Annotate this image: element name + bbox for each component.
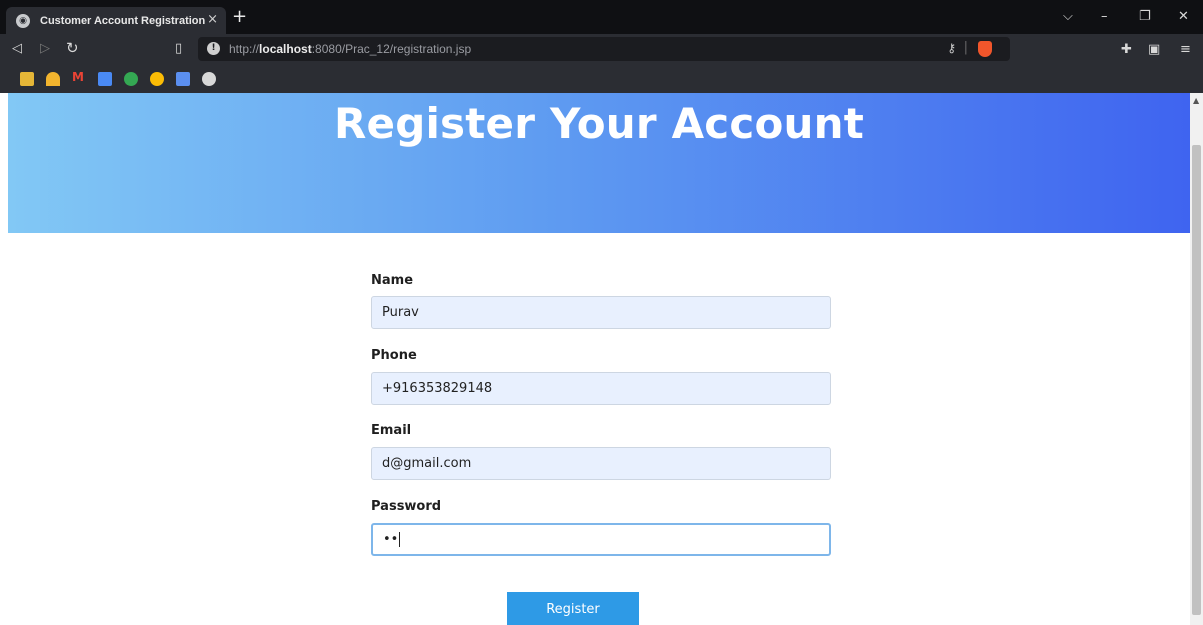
brave-shield-icon[interactable] (978, 41, 992, 57)
extensions-icon[interactable]: ✚ (1121, 42, 1132, 57)
name-label: Name (371, 273, 414, 288)
back-icon[interactable]: ◁ (12, 41, 22, 56)
minimize-button[interactable]: – (1101, 9, 1108, 24)
hero-banner: Register Your Account (8, 93, 1190, 233)
bookmark-drive-icon[interactable] (46, 72, 60, 86)
bookmark-globe-icon[interactable] (202, 72, 216, 86)
close-tab-icon[interactable]: × (207, 12, 218, 27)
register-button[interactable]: Register (507, 592, 639, 625)
scroll-up-icon[interactable]: ▲ (1193, 96, 1199, 105)
forward-icon[interactable]: ▷ (40, 41, 50, 56)
email-input[interactable]: d@gmail.com (371, 447, 831, 480)
info-icon[interactable]: ! (207, 42, 220, 55)
wallet-icon[interactable]: ▣ (1148, 42, 1160, 57)
phone-input[interactable]: +916353829148 (371, 372, 831, 405)
page-scrollbar[interactable]: ▲ (1190, 93, 1203, 625)
text-caret (399, 532, 401, 547)
bookmark-calendar-icon[interactable] (176, 72, 190, 86)
key-icon[interactable]: ⚷ (947, 41, 956, 55)
menu-icon[interactable]: ≡ (1180, 42, 1191, 57)
new-tab-button[interactable]: + (232, 8, 247, 26)
page-viewport: Register Your Account Name Purav Phone +… (0, 93, 1190, 625)
bookmark-photos-icon[interactable] (20, 72, 34, 86)
email-label: Email (371, 423, 412, 438)
scrollbar-thumb[interactable] (1192, 145, 1201, 615)
tab-search-icon[interactable]: ⌵ (1063, 9, 1073, 24)
reload-icon[interactable]: ↻ (66, 39, 79, 57)
bookmark-cloud-icon[interactable] (150, 72, 164, 86)
address-bar[interactable]: ! http://localhost:8080/Prac_12/registra… (198, 37, 1010, 61)
separator: | (963, 40, 968, 55)
password-label: Password (371, 499, 442, 514)
tab-bar: ◉ Customer Account Registration × + ⌵ – … (0, 0, 1203, 34)
bookmark-gmail-icon[interactable]: M (72, 70, 86, 84)
bookmark-icon[interactable]: ▯ (175, 41, 182, 56)
close-window-button[interactable]: ✕ (1178, 9, 1189, 24)
restore-button[interactable]: ❐ (1139, 9, 1151, 24)
name-input[interactable]: Purav (371, 296, 831, 329)
page-title: Register Your Account (333, 99, 865, 148)
browser-toolbar: ◁ ▷ ↻ ▯ ! http://localhost:8080/Prac_12/… (0, 34, 1203, 64)
url-text[interactable]: http://localhost:8080/Prac_12/registrati… (229, 42, 471, 56)
tab-registration[interactable]: ◉ Customer Account Registration × (6, 7, 226, 34)
bookmark-chrome-icon[interactable] (124, 72, 138, 86)
globe-icon: ◉ (16, 13, 30, 28)
phone-label: Phone (371, 348, 417, 363)
password-input[interactable]: •• (371, 523, 831, 556)
tab-title: Customer Account Registration (40, 14, 206, 27)
bookmarks-bar: M (0, 64, 1203, 93)
bookmark-docs-icon[interactable] (98, 72, 112, 86)
